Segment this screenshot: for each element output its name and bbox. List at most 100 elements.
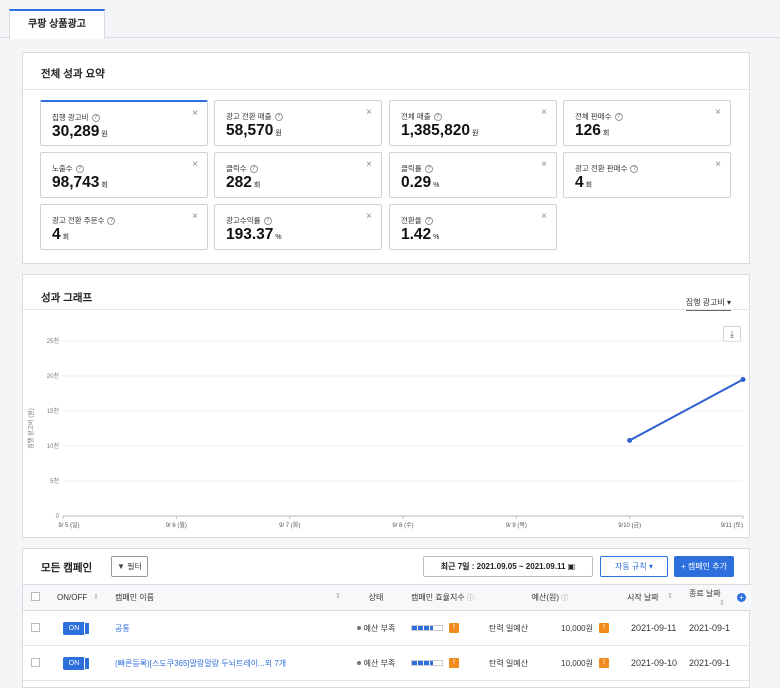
- close-icon[interactable]: ×: [366, 159, 372, 170]
- metric-value: 1.42%: [401, 226, 440, 243]
- table-row[interactable]: ON 공통 예산 부족! 탄력 일예산 10,000원! 2021-09-11 2021-0…: [23, 610, 751, 646]
- metric-label: 클릭수?: [226, 163, 258, 174]
- help-icon[interactable]: ?: [614, 113, 623, 122]
- data-point[interactable]: [627, 437, 633, 443]
- close-icon[interactable]: ×: [192, 211, 198, 222]
- metric-value: 58,570 원: [226, 122, 282, 139]
- col-campaign-name[interactable]: 캠페인 이름 ⇕: [107, 584, 349, 611]
- close-icon[interactable]: ×: [541, 107, 547, 118]
- y-tick-label: 5천: [50, 477, 59, 485]
- y-tick-label: 15천: [47, 407, 59, 415]
- metric-value: 126 회: [575, 122, 610, 139]
- row-checkbox[interactable]: [23, 645, 49, 681]
- add-column-icon[interactable]: +: [733, 584, 751, 611]
- metric-label: 광고 전환 판매수?: [575, 163, 639, 174]
- select-all-checkbox[interactable]: [23, 584, 49, 611]
- metric-card[interactable]: 광고 전환 주문수? × 4 회: [40, 204, 208, 250]
- on-off-toggle[interactable]: ON: [63, 656, 89, 670]
- start-date-cell: 2021-09-10: [619, 645, 681, 681]
- metric-value: 30,289 원: [52, 123, 108, 140]
- close-icon[interactable]: ×: [192, 159, 198, 170]
- row-checkbox[interactable]: [23, 610, 49, 646]
- help-icon[interactable]: ?: [424, 165, 433, 174]
- y-tick-label: 0: [56, 514, 60, 520]
- efficiency-cell: !: [403, 645, 481, 681]
- close-icon[interactable]: ×: [541, 159, 547, 170]
- budget-cell[interactable]: 탄력 일예산 10,000원!: [481, 645, 619, 681]
- close-icon[interactable]: ×: [715, 107, 721, 118]
- help-icon[interactable]: ?: [274, 113, 283, 122]
- help-icon[interactable]: ?: [263, 217, 272, 226]
- y-tick-label: 20천: [47, 372, 59, 380]
- date-range-picker[interactable]: 최근 7일 : 2021.09.05 ~ 2021.09.11 ▣: [423, 556, 593, 577]
- help-icon[interactable]: ?: [424, 217, 433, 226]
- graph-panel: 성과 그래프 집행 광고비 ▾ ⤓ 0 5천 10천 15천 20천 25천 집행 광고비 …: [22, 274, 750, 538]
- x-tick-label: 9/11 (토): [721, 522, 743, 529]
- metric-card[interactable]: 전환율? × 1.42%: [389, 204, 557, 250]
- tab-coupang-product-ads[interactable]: 쿠팡 상품광고: [9, 9, 105, 39]
- metric-card[interactable]: 광고수익률? × 193.37%: [214, 204, 382, 250]
- col-end-date[interactable]: 종료 날짜 ⇕: [681, 584, 733, 611]
- metric-card[interactable]: 클릭률? × 0.29%: [389, 152, 557, 198]
- performance-chart: 0 5천 10천 15천 20천 25천집행 광고비 (원) 9/ 5 (일) 9/ 6 (월…: [27, 337, 746, 529]
- metric-value: 282 회: [226, 174, 261, 191]
- table-row[interactable]: ON (빠른등록)[스도쿠365]말랑말랑 두뇌트레이...외 7개 예산 부족! 탄…: [23, 645, 751, 681]
- help-icon[interactable]: ?: [249, 165, 258, 174]
- x-tick-label: 9/ 8 (수): [392, 522, 413, 529]
- help-icon: ⓘ: [466, 595, 474, 602]
- metric-card[interactable]: 전체 매출? × 1,385,820 원: [389, 100, 557, 146]
- help-icon[interactable]: ?: [91, 114, 100, 123]
- metric-label: 전환율?: [401, 215, 433, 226]
- col-budget[interactable]: 예산(원) ⓘ: [481, 584, 619, 611]
- date-range-label: 최근 7일 : 2021.09.05 ~ 2021.09.11: [440, 562, 566, 571]
- help-icon[interactable]: ?: [75, 165, 84, 174]
- data-point[interactable]: [740, 377, 746, 382]
- close-icon[interactable]: ×: [366, 107, 372, 118]
- on-off-toggle[interactable]: ON: [63, 621, 89, 635]
- add-campaign-button[interactable]: + 캠페인 추가: [674, 556, 734, 577]
- metric-card[interactable]: 클릭수? × 282 회: [214, 152, 382, 198]
- status-cell: 예산 부족: [349, 645, 403, 681]
- tab-bar: 쿠팡 상품광고: [0, 0, 780, 39]
- help-icon[interactable]: ?: [107, 217, 116, 226]
- col-efficiency[interactable]: 캠페인 효율지수 ⓘ: [403, 584, 481, 611]
- help-icon[interactable]: ?: [630, 165, 639, 174]
- col-start-date[interactable]: 시작 날짜 ⇕: [619, 584, 681, 611]
- table-header-row: ON/OFF ⇕ 캠페인 이름 ⇕ 상태 캠페인 효율지수 ⓘ 예산(원) ⓘ 시작…: [23, 584, 751, 611]
- summary-title: 전체 성과 요약: [41, 68, 105, 80]
- metric-value: 98,743 회: [52, 174, 108, 191]
- y-tick-label: 25천: [47, 337, 59, 345]
- metric-value: 1,385,820 원: [401, 122, 479, 139]
- campaign-name-link[interactable]: (빠른등록)[스도쿠365]말랑말랑 두뇌트레이...외 7개: [115, 659, 286, 668]
- metric-label: 노출수?: [52, 163, 84, 174]
- warning-icon: !: [449, 658, 459, 668]
- help-icon[interactable]: ?: [433, 113, 442, 122]
- y-axis-label: 집행 광고비 (원): [27, 408, 35, 448]
- campaign-panel: 모든 캠페인 ▼ 필터 최근 7일 : 2021.09.05 ~ 2021.09…: [22, 548, 751, 688]
- efficiency-cell: !: [403, 610, 481, 646]
- filter-button[interactable]: ▼ 필터: [111, 556, 148, 577]
- x-tick-label: 9/10 (금): [618, 522, 641, 529]
- x-tick-label: 9/ 7 (화): [279, 522, 300, 529]
- warning-icon: !: [599, 623, 609, 634]
- col-onoff[interactable]: ON/OFF ⇕: [49, 584, 107, 611]
- metric-card[interactable]: 노출수? × 98,743 회: [40, 152, 208, 198]
- budget-cell[interactable]: 탄력 일예산 10,000원!: [481, 610, 619, 646]
- metric-card[interactable]: 광고 전환 판매수? × 4 회: [563, 152, 731, 198]
- close-icon[interactable]: ×: [541, 211, 547, 222]
- close-icon[interactable]: ×: [366, 211, 372, 222]
- metric-card[interactable]: 전체 판매수? × 126 회: [563, 100, 731, 146]
- col-status[interactable]: 상태: [349, 584, 403, 611]
- campaign-name-link[interactable]: 공통: [115, 624, 130, 633]
- close-icon[interactable]: ×: [192, 108, 198, 119]
- end-date-cell: 2021-09-1: [681, 610, 733, 646]
- metric-card[interactable]: 집행 광고비? × 30,289 원: [40, 100, 208, 146]
- metric-card[interactable]: 광고 전환 매출? × 58,570 원: [214, 100, 382, 146]
- campaign-title: 모든 캠페인: [41, 562, 93, 574]
- x-tick-label: 9/ 5 (일): [58, 521, 79, 529]
- close-icon[interactable]: ×: [715, 159, 721, 170]
- y-tick-label: 10천: [47, 442, 59, 450]
- help-icon: ⓘ: [561, 595, 569, 602]
- metric-value: 4회: [52, 226, 70, 243]
- auto-rule-button[interactable]: 자동 규칙 ▾: [600, 556, 668, 577]
